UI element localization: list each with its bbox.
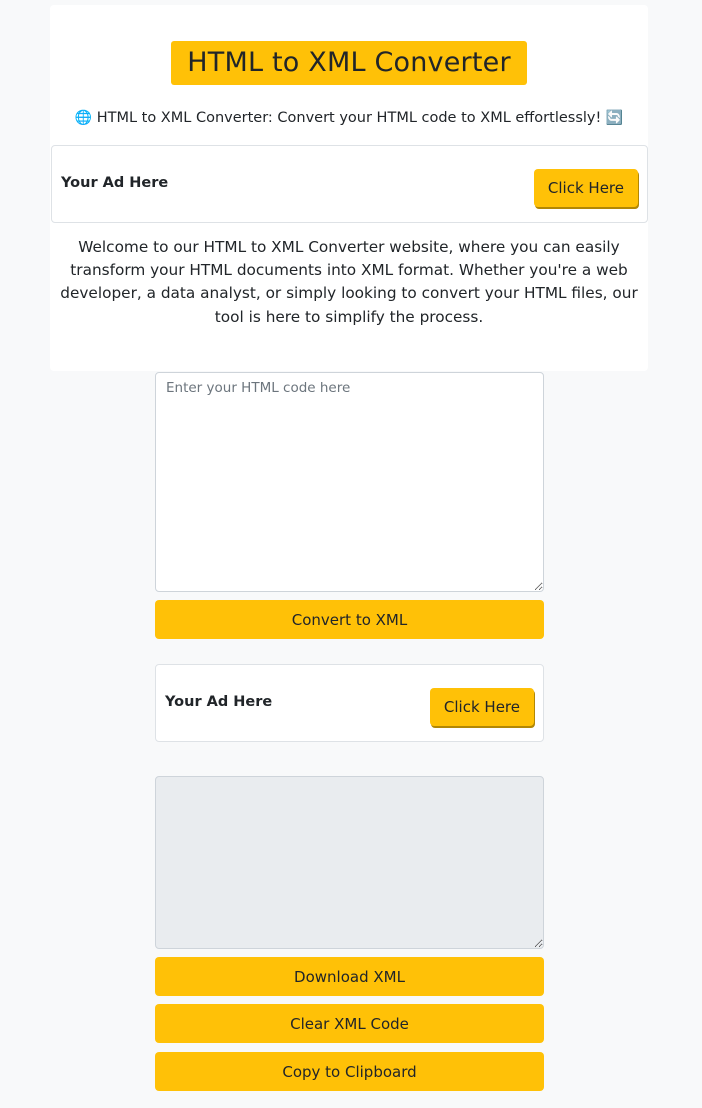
ad-label: Your Ad Here [165,694,273,710]
globe-icon: 🌐 [74,110,93,126]
convert-button[interactable]: Convert to XML [155,600,544,639]
subtitle-text: HTML to XML Converter: Convert your HTML… [96,110,602,126]
xml-output[interactable] [155,776,544,949]
ad-click-button[interactable]: Click Here [533,169,638,207]
download-xml-button[interactable]: Download XML [155,957,544,996]
clear-xml-button[interactable]: Clear XML Code [155,1004,544,1043]
page-title: HTML to XML Converter [171,41,527,85]
ad-banner-middle: Your Ad Here Click Here [155,664,544,742]
subtitle: 🌐 HTML to XML Converter: Convert your HT… [50,110,648,126]
copy-clipboard-button[interactable]: Copy to Clipboard [155,1052,544,1091]
intro-card: HTML to XML Converter 🌐 HTML to XML Conv… [50,5,648,371]
html-input[interactable] [155,372,544,592]
refresh-icon: 🔄 [605,110,624,126]
intro-text: Welcome to our HTML to XML Converter web… [60,238,638,326]
title-wrap: HTML to XML Converter [50,41,648,85]
ad-click-button[interactable]: Click Here [429,688,534,726]
ad-banner-top: Your Ad Here Click Here [51,145,648,223]
ad-label: Your Ad Here [61,175,169,191]
